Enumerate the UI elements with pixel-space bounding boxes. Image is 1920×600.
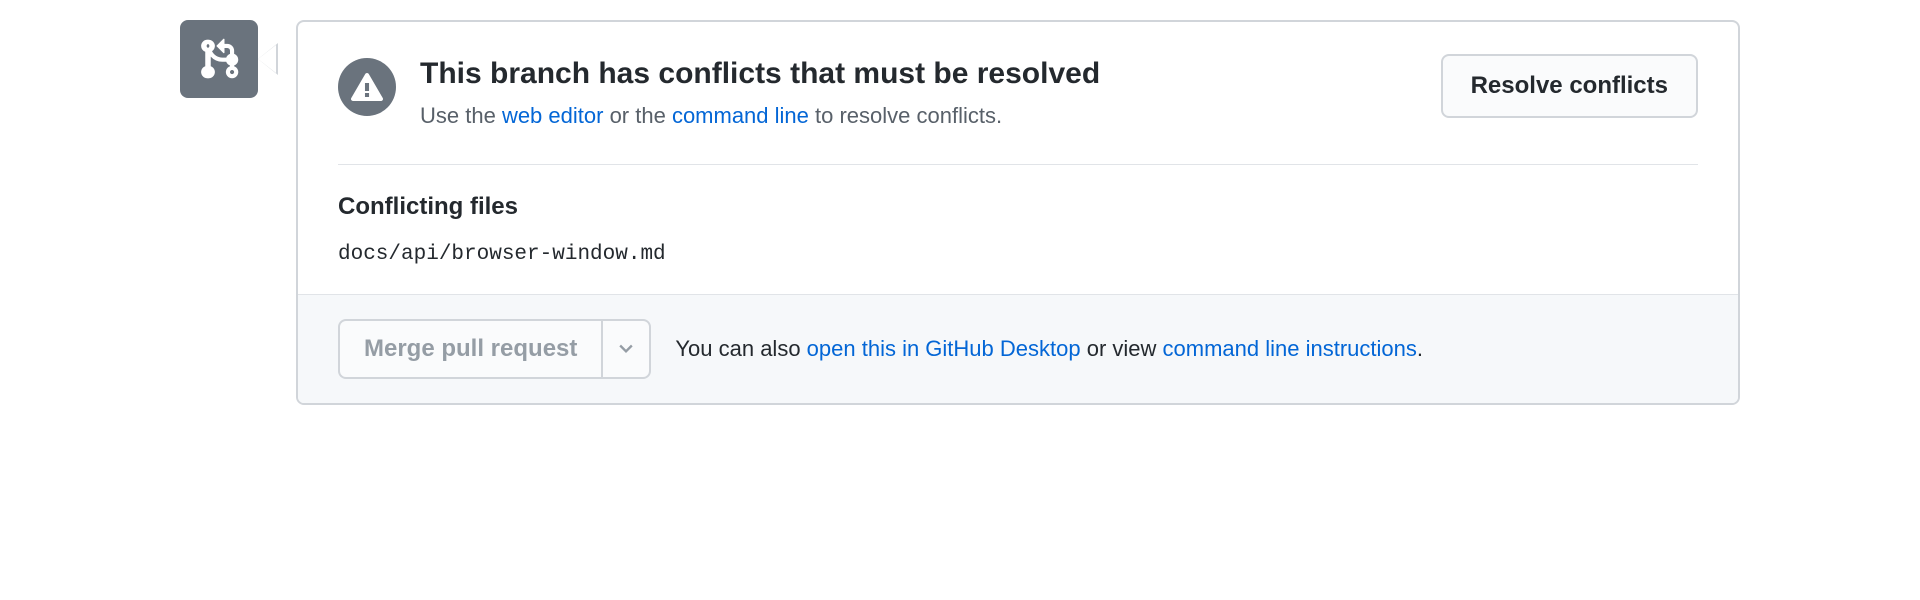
merge-dropdown-button[interactable] bbox=[601, 319, 651, 379]
web-editor-link[interactable]: web editor bbox=[502, 103, 604, 128]
pull-request-badge bbox=[180, 20, 258, 98]
conflict-subtitle: Use the web editor or the command line t… bbox=[420, 101, 1417, 132]
merge-status-card: This branch has conflicts that must be r… bbox=[296, 20, 1740, 405]
github-desktop-link[interactable]: open this in GitHub Desktop bbox=[807, 336, 1081, 361]
merge-footer: Merge pull request You can also open thi… bbox=[298, 294, 1738, 403]
command-line-instructions-link[interactable]: command line instructions bbox=[1163, 336, 1417, 361]
resolve-conflicts-button[interactable]: Resolve conflicts bbox=[1441, 54, 1698, 118]
caret-down-icon bbox=[619, 344, 633, 354]
conflicting-file-item: docs/api/browser-window.md bbox=[338, 243, 1698, 266]
footer-help-text: You can also open this in GitHub Desktop… bbox=[675, 336, 1423, 362]
merge-pull-request-button[interactable]: Merge pull request bbox=[338, 319, 601, 379]
warning-icon bbox=[338, 58, 396, 116]
conflict-title: This branch has conflicts that must be r… bbox=[420, 54, 1417, 93]
divider bbox=[338, 164, 1698, 165]
git-pull-request-icon bbox=[197, 37, 241, 81]
conflicting-files-heading: Conflicting files bbox=[338, 193, 1698, 221]
command-line-link[interactable]: command line bbox=[672, 103, 809, 128]
